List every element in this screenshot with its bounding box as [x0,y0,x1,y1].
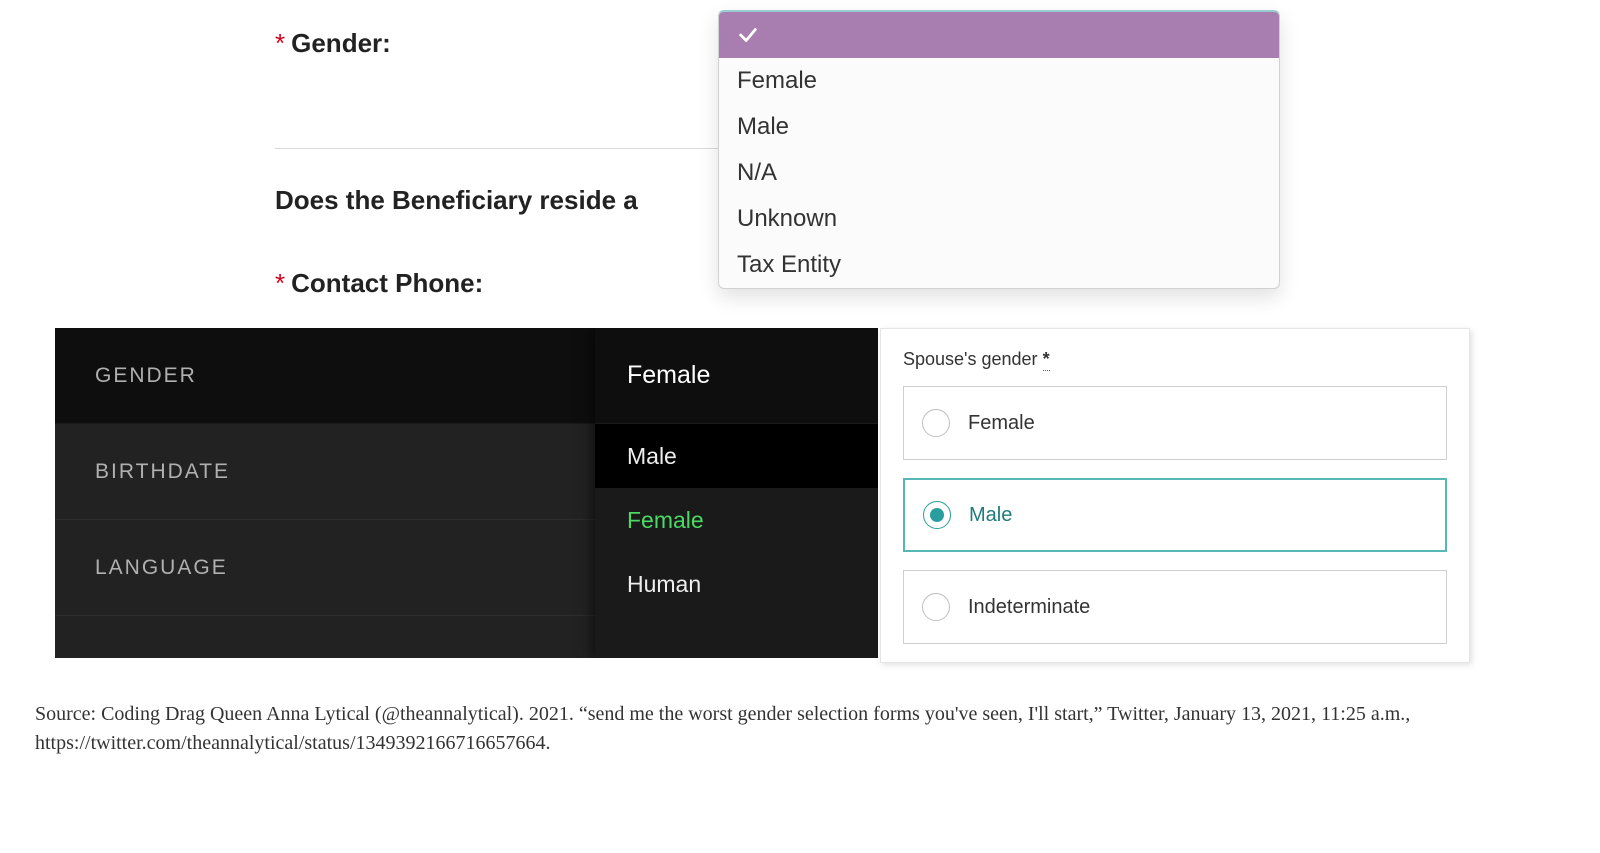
radio-icon [923,501,951,529]
spouse-gender-title: Spouse's gender * [903,349,1447,370]
caption-line-1: Source: Coding Drag Queen Anna Lytical (… [35,703,1410,725]
spouse-gender-card: Spouse's gender * Female Male Indetermin… [880,328,1470,663]
option-label: Female [627,507,704,534]
required-asterisk: * [275,28,285,58]
settings-left-column: GENDER BIRTHDATE LANGUAGE [55,328,595,658]
check-icon [737,24,759,46]
radio-dot-icon [930,508,944,522]
contact-phone-label: *Contact Phone: [275,268,483,299]
gender-option-male[interactable]: Male [719,104,1279,150]
radio-icon [922,409,950,437]
settings-row-language[interactable]: LANGUAGE [55,520,595,616]
gender-dropdown[interactable]: Female Male N/A Unknown Tax Entity [718,10,1280,289]
gender-option-label: Tax Entity [737,242,841,288]
settings-label: LANGUAGE [95,556,228,580]
settings-label: GENDER [95,364,197,388]
beneficiary-question: Does the Beneficiary reside a [275,185,638,216]
gender-option-human[interactable]: Human [595,552,878,616]
settings-label: BIRTHDATE [95,460,230,484]
settings-row-gender[interactable]: GENDER [55,328,595,424]
option-label: Human [627,571,701,598]
spouse-option-indeterminate[interactable]: Indeterminate [903,570,1447,644]
gender-field-label: *Gender: [275,28,391,59]
gender-option-label: N/A [737,150,777,196]
option-label: Indeterminate [968,596,1090,619]
source-caption: Source: Coding Drag Queen Anna Lytical (… [35,700,1560,758]
spouse-gender-label: Spouse's gender [903,349,1038,369]
gender-current-value: Female [595,328,878,424]
gender-option-label: Female [737,58,817,104]
settings-row-birthdate[interactable]: BIRTHDATE [55,424,595,520]
required-asterisk: * [1043,349,1050,371]
gender-option-female[interactable]: Female [719,58,1279,104]
option-label: Male [627,443,677,470]
spouse-option-female[interactable]: Female [903,386,1447,460]
gender-option-menu: Female Male Female Human [595,328,878,658]
gender-option-na[interactable]: N/A [719,150,1279,196]
gender-option-selected-blank[interactable] [719,12,1279,58]
gender-label-text: Gender: [291,28,391,58]
dark-settings-panel: GENDER BIRTHDATE LANGUAGE Female Male Fe… [55,328,878,658]
gender-option-label: Male [737,104,789,150]
divider [275,148,735,149]
phone-label-text: Contact Phone: [291,268,483,298]
gender-option-male[interactable]: Male [595,424,878,488]
option-label: Female [968,412,1035,435]
gender-option-unknown[interactable]: Unknown [719,196,1279,242]
option-label: Male [969,504,1012,527]
form-panel-top: *Gender: Does the Beneficiary reside a *… [275,10,1275,305]
required-asterisk: * [275,268,285,298]
gender-option-female[interactable]: Female [595,488,878,552]
spouse-option-male[interactable]: Male [903,478,1447,552]
gender-option-tax-entity[interactable]: Tax Entity [719,242,1279,288]
gender-option-label: Unknown [737,196,837,242]
caption-line-2: https://twitter.com/theannalytical/statu… [35,732,551,754]
radio-icon [922,593,950,621]
